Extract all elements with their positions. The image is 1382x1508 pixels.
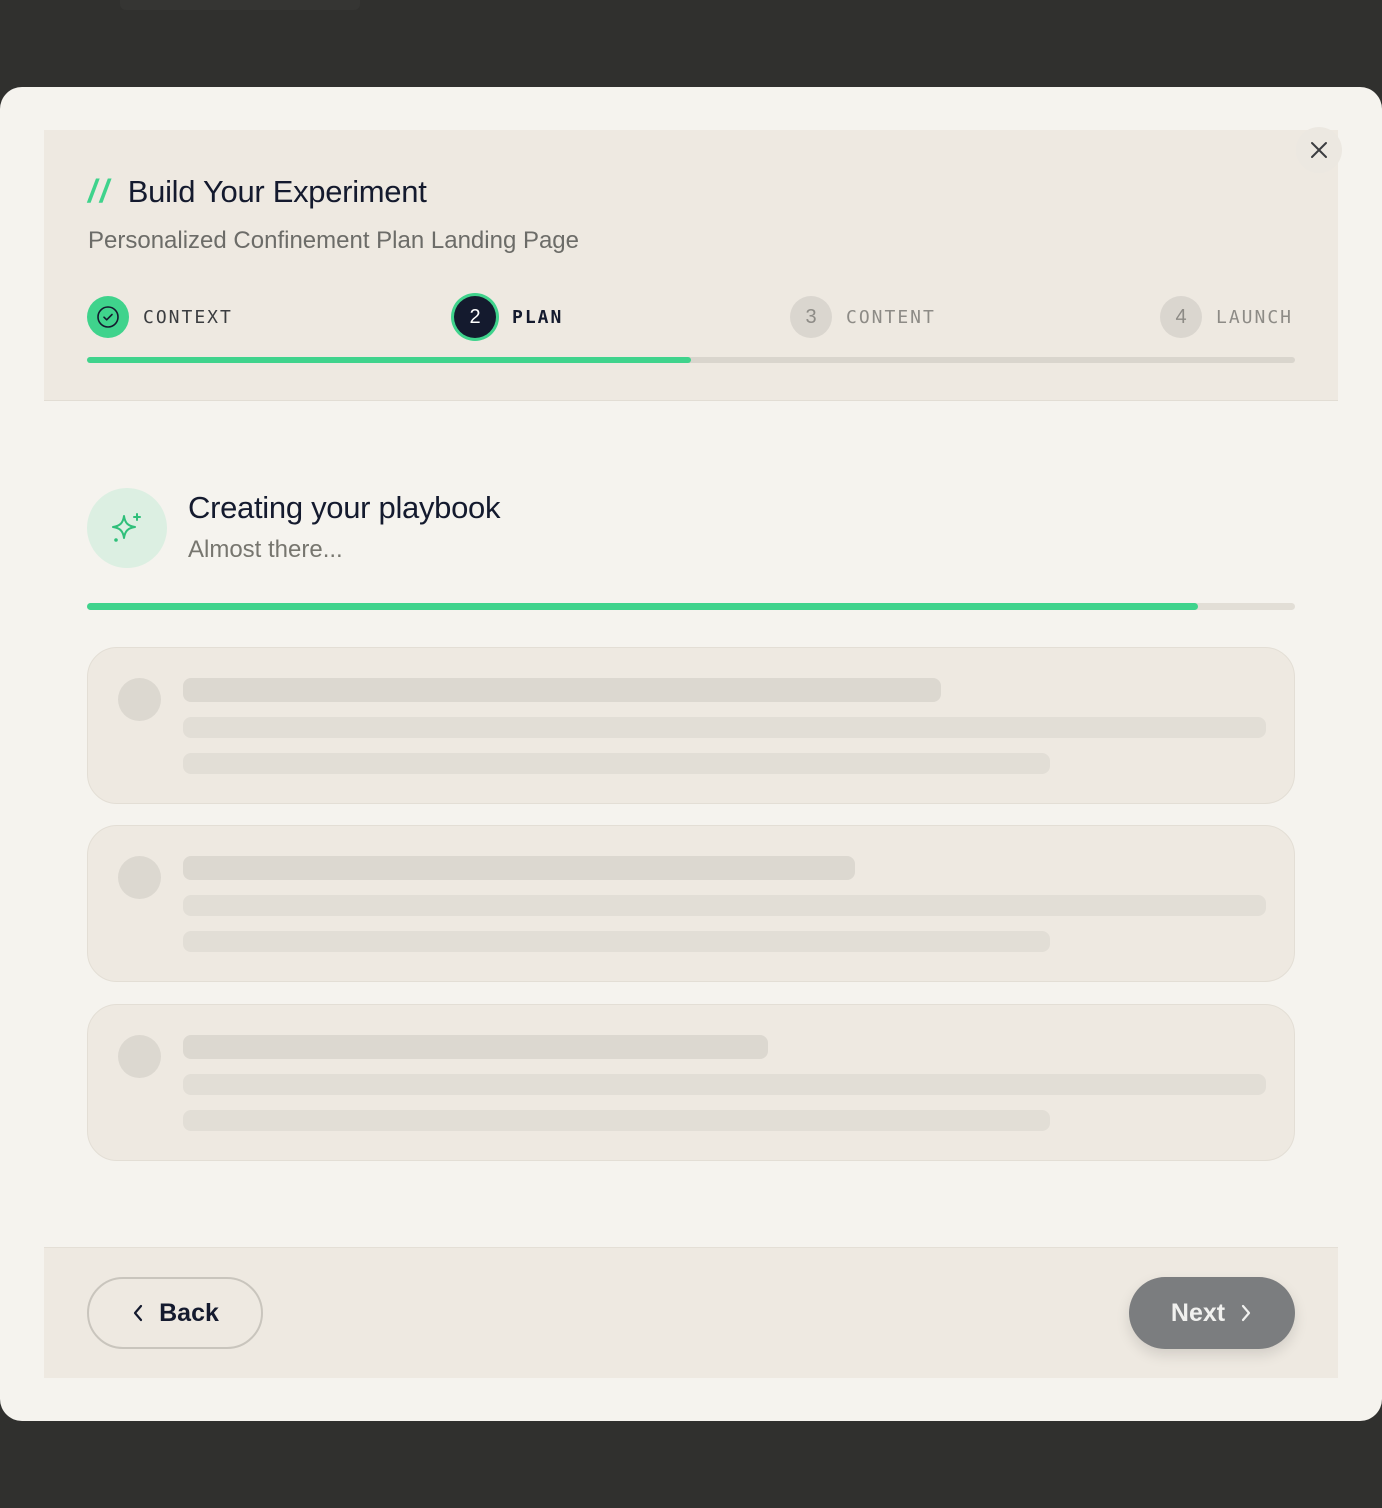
loading-subtitle: Almost there... (188, 536, 343, 563)
step-number: 3 (790, 296, 832, 338)
skeleton-avatar (118, 678, 161, 721)
chevron-right-icon (1241, 1304, 1251, 1322)
title-prefix: // (88, 173, 112, 209)
stepper-progress-fill (87, 357, 691, 363)
loading-progress-fill (87, 603, 1199, 610)
skeleton-avatar (118, 856, 161, 899)
skeleton-avatar (118, 1035, 161, 1078)
modal-subtitle: Personalized Confinement Plan Landing Pa… (88, 227, 580, 254)
step-launch[interactable]: 4 LAUNCH (1160, 294, 1293, 340)
skeleton-line (183, 1035, 768, 1059)
step-label: CONTENT (846, 306, 936, 328)
skeleton-line (183, 931, 1050, 952)
step-content[interactable]: 3 CONTENT (790, 294, 936, 340)
step-number: 4 (1160, 296, 1202, 338)
next-button[interactable]: Next (1129, 1277, 1295, 1349)
step-label: LAUNCH (1216, 306, 1294, 328)
step-label: CONTEXT (143, 306, 233, 328)
step-plan[interactable]: 2 PLAN (454, 294, 563, 340)
next-label: Next (1170, 1298, 1226, 1327)
skeleton-card (87, 1004, 1295, 1161)
modal-title: Build Your Experiment (127, 173, 427, 209)
sparkles-badge (87, 488, 167, 568)
skeleton-line (183, 717, 1266, 738)
back-button[interactable]: Back (87, 1277, 263, 1349)
sparkles-icon (112, 513, 141, 542)
skeleton-card (87, 647, 1295, 804)
skeleton-line (183, 895, 1266, 916)
step-context[interactable]: CONTEXT (87, 294, 233, 340)
skeleton-line (183, 678, 941, 702)
title-row: // Build Your Experiment (88, 173, 427, 210)
loading-title: Creating your playbook (188, 490, 501, 525)
skeleton-card (87, 825, 1295, 982)
modal-header: // Build Your Experiment Personalized Co… (44, 130, 1338, 401)
step-number: 2 (454, 296, 496, 338)
loading-progress-track (87, 603, 1295, 610)
skeleton-line (183, 1110, 1050, 1131)
background-element (120, 0, 360, 10)
skeleton-line (183, 753, 1050, 774)
check-icon (97, 306, 119, 328)
skeleton-line (183, 1074, 1266, 1095)
back-label: Back (159, 1298, 219, 1327)
close-button[interactable] (1296, 127, 1342, 173)
stepper-progress-track (87, 357, 1295, 363)
modal-footer: Back Next (44, 1247, 1338, 1378)
close-icon (1311, 142, 1327, 158)
step-label: PLAN (512, 306, 564, 328)
chevron-left-icon (134, 1304, 143, 1322)
experiment-modal: // Build Your Experiment Personalized Co… (0, 87, 1382, 1421)
step-complete-badge (87, 296, 129, 338)
skeleton-line (183, 856, 855, 880)
